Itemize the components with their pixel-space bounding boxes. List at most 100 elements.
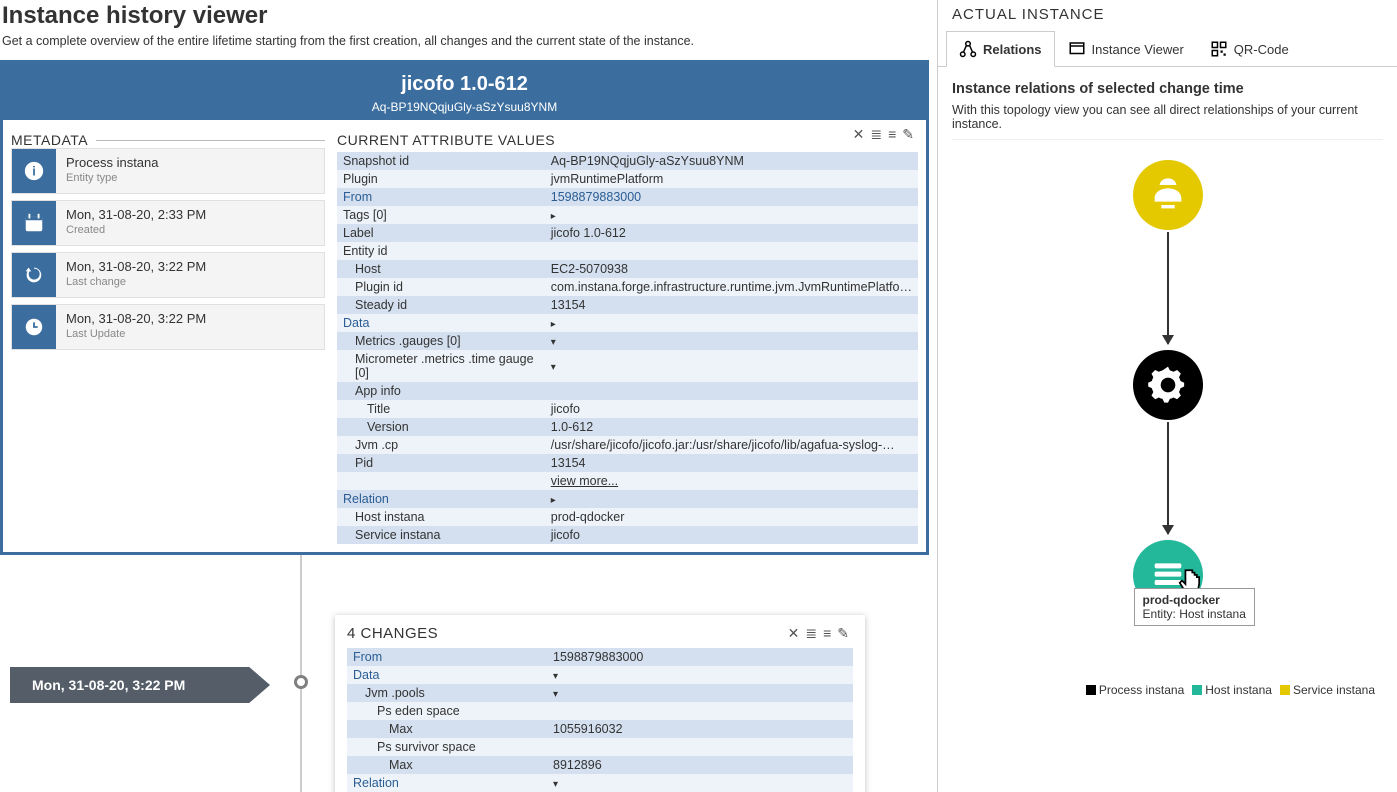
attr-key: Snapshot id bbox=[337, 152, 545, 170]
attributes-table: Snapshot idAq-BP19NQqjuGly-aSzYsuu8YNMPl… bbox=[337, 152, 918, 544]
attr-value: 1598879883000 bbox=[545, 188, 918, 206]
calendar-icon bbox=[12, 201, 56, 245]
attr-key: From bbox=[337, 188, 545, 206]
attr-value: Aq-BP19NQqjuGly-aSzYsuu8YNM bbox=[545, 152, 918, 170]
arrow-1 bbox=[1167, 232, 1169, 344]
table-row: Data▸ bbox=[337, 314, 918, 332]
card-header: jicofo 1.0-612 Aq-BP19NQqjuGly-aSzYsuu8Y… bbox=[3, 63, 926, 120]
right-heading: ACTUAL INSTANCE bbox=[938, 0, 1397, 31]
attr-value bbox=[547, 738, 853, 756]
tabs: Relations Instance Viewer QR-Code bbox=[938, 31, 1397, 67]
attr-key bbox=[337, 472, 545, 490]
table-row: Plugin idcom.instana.forge.infrastructur… bbox=[337, 278, 918, 296]
table-row: Titlejicofo bbox=[337, 400, 918, 418]
instance-card: jicofo 1.0-612 Aq-BP19NQqjuGly-aSzYsuu8Y… bbox=[0, 60, 929, 555]
attr-value: com.instana.forge.infrastructure.runtime… bbox=[545, 278, 918, 296]
meta-line2: Last Update bbox=[66, 328, 206, 340]
table-row: App info bbox=[337, 382, 918, 400]
relations-description: With this topology view you can see all … bbox=[938, 103, 1397, 139]
attr-value: ▾ bbox=[547, 684, 853, 702]
attr-key: Micrometer .metrics .time gauge [0] bbox=[337, 350, 545, 382]
table-row: Tags [0]▸ bbox=[337, 206, 918, 224]
metadata-row[interactable]: iProcess instanaEntity type bbox=[11, 148, 325, 194]
attr-key: Relation bbox=[347, 774, 547, 792]
tab-relations[interactable]: Relations bbox=[946, 31, 1055, 67]
attr-value: 13154 bbox=[545, 296, 918, 314]
attr-value: 1.0-612 bbox=[545, 418, 918, 436]
attr-key: Data bbox=[337, 314, 545, 332]
node-service[interactable] bbox=[1133, 160, 1203, 230]
attrs-legend: CURRENT ATTRIBUTE VALUES bbox=[337, 132, 555, 148]
attr-key: Title bbox=[337, 400, 545, 418]
edit-icon[interactable]: ✎ bbox=[837, 625, 849, 642]
list2-icon[interactable]: ≡ bbox=[888, 126, 896, 143]
table-row: Steady id13154 bbox=[337, 296, 918, 314]
meta-line2: Created bbox=[66, 224, 206, 236]
card-id: Aq-BP19NQqjuGly-aSzYsuu8YNM bbox=[3, 100, 926, 114]
table-row: Ps eden space bbox=[347, 702, 853, 720]
list-icon[interactable]: ≣ bbox=[805, 625, 817, 642]
node-tooltip: prod-qdocker Entity: Host instana bbox=[1134, 588, 1255, 626]
table-row: From1598879883000 bbox=[337, 188, 918, 206]
tab-instance-viewer[interactable]: Instance Viewer bbox=[1055, 31, 1197, 66]
attr-key: Metrics .gauges [0] bbox=[337, 332, 545, 350]
attr-key: Tags [0] bbox=[337, 206, 545, 224]
list-icon[interactable]: ≣ bbox=[870, 126, 882, 143]
meta-line1: Mon, 31-08-20, 2:33 PM bbox=[66, 207, 206, 222]
shuffle-icon[interactable]: ✕ bbox=[853, 126, 865, 143]
table-row: view more... bbox=[337, 472, 918, 490]
attr-value: jvmRuntimePlatform bbox=[545, 170, 918, 188]
attr-value: ▸ bbox=[545, 206, 918, 224]
attr-value: 13154 bbox=[545, 454, 918, 472]
attr-value: jicofo bbox=[545, 526, 918, 544]
timeline-dot bbox=[294, 675, 308, 689]
table-row: Relation▾ bbox=[347, 774, 853, 792]
metadata-row[interactable]: Mon, 31-08-20, 3:22 PMLast change bbox=[11, 252, 325, 298]
legend-process: Process instana bbox=[1099, 683, 1184, 697]
meta-line1: Mon, 31-08-20, 3:22 PM bbox=[66, 259, 206, 274]
table-row: Service instanajicofo bbox=[337, 526, 918, 544]
attr-value: jicofo bbox=[545, 400, 918, 418]
attr-key: Max bbox=[347, 720, 547, 738]
meta-line1: Process instana bbox=[66, 155, 159, 170]
list2-icon[interactable]: ≡ bbox=[823, 625, 831, 642]
edit-icon[interactable]: ✎ bbox=[902, 126, 914, 143]
node-process[interactable] bbox=[1133, 350, 1203, 420]
tab-qr[interactable]: QR-Code bbox=[1197, 31, 1302, 66]
attr-value: ▾ bbox=[547, 774, 853, 792]
tab-qr-label: QR-Code bbox=[1234, 42, 1289, 57]
metadata-row[interactable]: Mon, 31-08-20, 3:22 PM Last Update bbox=[11, 304, 325, 350]
svg-text:i: i bbox=[32, 164, 36, 179]
table-row: Labeljicofo 1.0-612 bbox=[337, 224, 918, 242]
attr-value: jicofo 1.0-612 bbox=[545, 224, 918, 242]
attr-key: Version bbox=[337, 418, 545, 436]
attr-key: Relation bbox=[337, 490, 545, 508]
attr-value: 1598879883000 bbox=[547, 648, 853, 666]
metadata-row[interactable]: Mon, 31-08-20, 2:33 PM Created bbox=[11, 200, 325, 246]
table-row: PluginjvmRuntimePlatform bbox=[337, 170, 918, 188]
viewer-icon bbox=[1068, 40, 1086, 58]
topology-view: prod-qdocker Entity: Host instana Proces… bbox=[952, 139, 1383, 699]
attr-key: Jvm .cp bbox=[337, 436, 545, 454]
table-row: Relation▸ bbox=[337, 490, 918, 508]
topology-legend: Process instana Host instana Service ins… bbox=[1086, 683, 1375, 697]
tooltip-title: prod-qdocker bbox=[1143, 593, 1246, 607]
attr-value bbox=[547, 702, 853, 720]
attr-value: ▸ bbox=[545, 490, 918, 508]
table-row: Data▾ bbox=[347, 666, 853, 684]
attr-value: 1055916032 bbox=[547, 720, 853, 738]
legend-service: Service instana bbox=[1293, 683, 1375, 697]
attr-value bbox=[545, 382, 918, 400]
metadata-legend: METADATA bbox=[11, 132, 96, 148]
attr-key: Plugin bbox=[337, 170, 545, 188]
table-row: Entity id bbox=[337, 242, 918, 260]
legend-host: Host instana bbox=[1205, 683, 1272, 697]
attr-key: Ps eden space bbox=[347, 702, 547, 720]
attr-key: Entity id bbox=[337, 242, 545, 260]
attr-value: 8912896 bbox=[547, 756, 853, 774]
attr-key: Pid bbox=[337, 454, 545, 472]
meta-line1: Mon, 31-08-20, 3:22 PM bbox=[66, 311, 206, 326]
shuffle-icon[interactable]: ✕ bbox=[788, 625, 800, 642]
table-row: Micrometer .metrics .time gauge [0]▾ bbox=[337, 350, 918, 382]
attr-value[interactable]: view more... bbox=[545, 472, 918, 490]
